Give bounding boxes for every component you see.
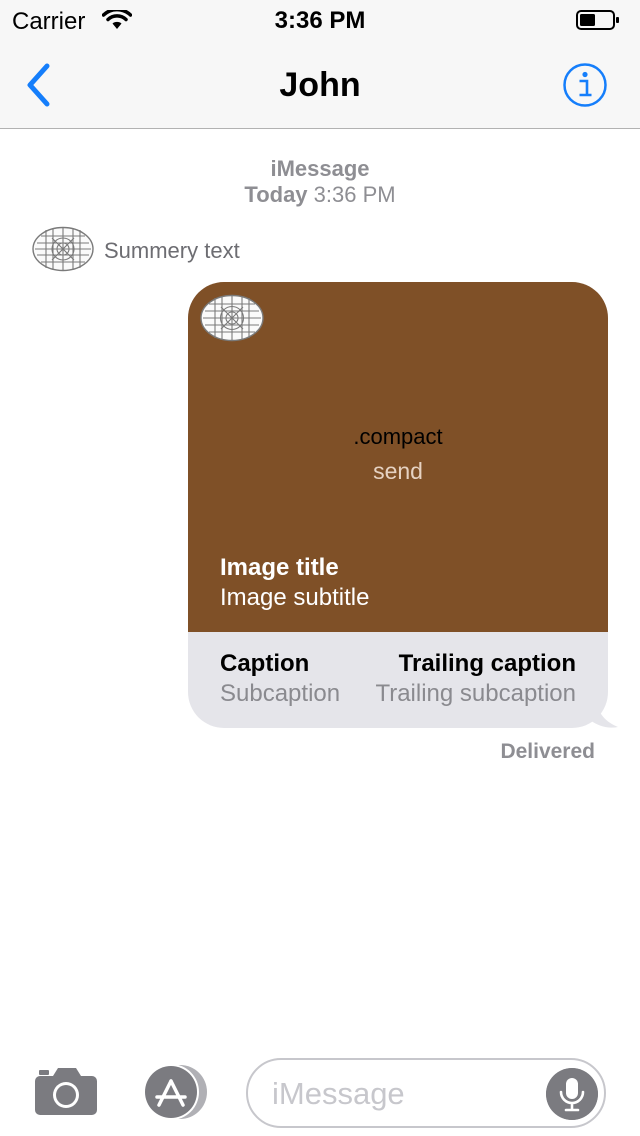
microphone-icon[interactable] [546, 1068, 598, 1120]
status-time: 3:36 PM [274, 7, 366, 34]
trailing-subcaption: Trailing subcaption [375, 680, 576, 707]
image-title: Image title [220, 554, 339, 581]
trailing-caption: Trailing caption [398, 650, 576, 677]
timestamp: Today 3:36 PM [0, 182, 640, 208]
battery-icon [576, 10, 619, 30]
date-time: 3:36 PM [313, 182, 396, 207]
camera-icon[interactable] [34, 1066, 98, 1116]
placeholder-image-icon [32, 226, 94, 272]
status-bar: Carrier 3:36 PM [0, 0, 640, 40]
bubble-tail [590, 700, 618, 728]
app-store-icon[interactable] [140, 1064, 214, 1120]
input-placeholder: iMessage [272, 1076, 405, 1111]
placeholder-image-icon [200, 294, 264, 342]
delivery-status: Delivered [500, 740, 595, 763]
nav-bar: John [0, 40, 640, 129]
send-label: send [373, 458, 423, 484]
message-bubble[interactable]: .compact send Image title Image subtitle… [188, 282, 608, 728]
service-label: iMessage [270, 156, 370, 181]
message-input[interactable]: iMessage [246, 1058, 606, 1128]
summary-text: Summery text [104, 238, 240, 263]
subcaption: Subcaption [220, 680, 341, 707]
image-subtitle: Image subtitle [220, 584, 370, 611]
caption: Caption [220, 650, 310, 677]
message-image: .compact send Image title Image subtitle [188, 282, 608, 632]
date-day: Today [244, 182, 308, 207]
conversation-title[interactable]: John [0, 66, 640, 105]
info-icon[interactable] [562, 62, 608, 108]
layout-label: .compact [353, 424, 443, 449]
